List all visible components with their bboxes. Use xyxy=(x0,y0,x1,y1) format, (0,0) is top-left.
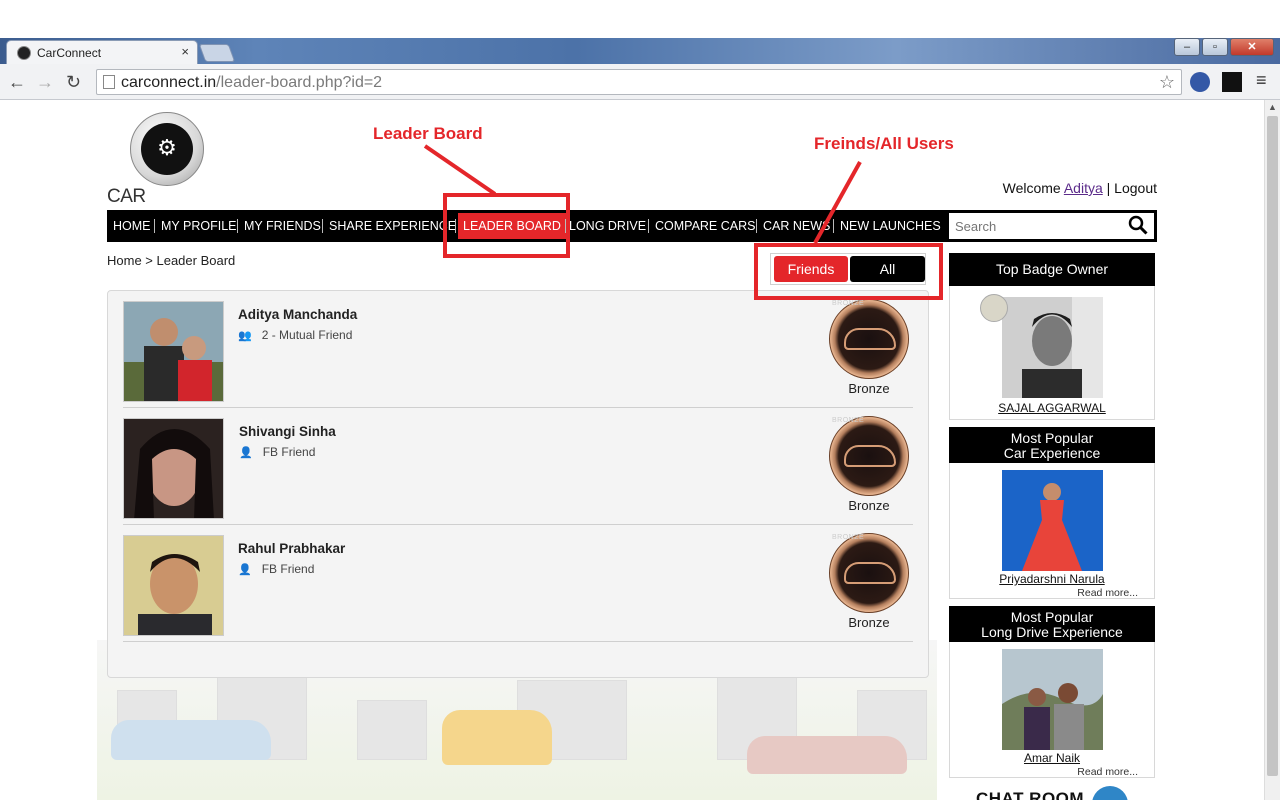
close-window-button[interactable]: ✕ xyxy=(1230,38,1274,56)
bookmark-star-icon[interactable]: ☆ xyxy=(1159,72,1175,93)
page-viewport: ⚙ CAR CONNECT Welcome Aditya | Logout HO… xyxy=(0,100,1264,800)
window-controls: – ▫ ✕ xyxy=(1174,38,1274,56)
tab-close-icon[interactable]: × xyxy=(181,44,189,59)
url-domain: carconnect.in xyxy=(121,74,217,91)
extension-icon-dark[interactable] xyxy=(1222,72,1242,92)
extension-icon[interactable] xyxy=(1190,72,1210,92)
scroll-up-arrow-icon[interactable]: ▲ xyxy=(1268,102,1277,112)
browser-toolbar: ← → ↻ carconnect.in/leader-board.php?id=… xyxy=(0,64,1280,100)
new-tab-button[interactable] xyxy=(198,44,236,62)
url-path: /leader-board.php?id=2 xyxy=(216,74,383,91)
reload-icon[interactable]: ↻ xyxy=(66,72,81,93)
minimize-button[interactable]: – xyxy=(1174,38,1200,56)
page-scrollbar[interactable]: ▲ xyxy=(1264,100,1280,800)
scroll-thumb[interactable] xyxy=(1267,116,1278,776)
annotation-arrows xyxy=(423,144,862,244)
menu-icon[interactable]: ≡ xyxy=(1256,70,1267,91)
url-text[interactable]: carconnect.in/leader-board.php?id=2 xyxy=(121,74,382,92)
browser-chrome: CarConnect × – ▫ ✕ ← → ↻ carconnect.in/l… xyxy=(0,0,1280,100)
back-arrow-icon[interactable]: ← xyxy=(8,72,26,93)
tab-strip: CarConnect × – ▫ ✕ xyxy=(0,38,1280,64)
annotation-arrow-leader-board xyxy=(423,144,497,196)
page-icon xyxy=(103,75,115,89)
forward-arrow-icon[interactable]: → xyxy=(36,72,54,93)
maximize-button[interactable]: ▫ xyxy=(1202,38,1228,56)
browser-tab[interactable]: CarConnect × xyxy=(6,40,198,64)
annotation-arrow-friends-all xyxy=(813,161,862,244)
address-bar[interactable]: carconnect.in/leader-board.php?id=2 ☆ xyxy=(96,69,1182,95)
tab-title: CarConnect xyxy=(37,46,102,60)
favicon-icon xyxy=(17,46,31,60)
